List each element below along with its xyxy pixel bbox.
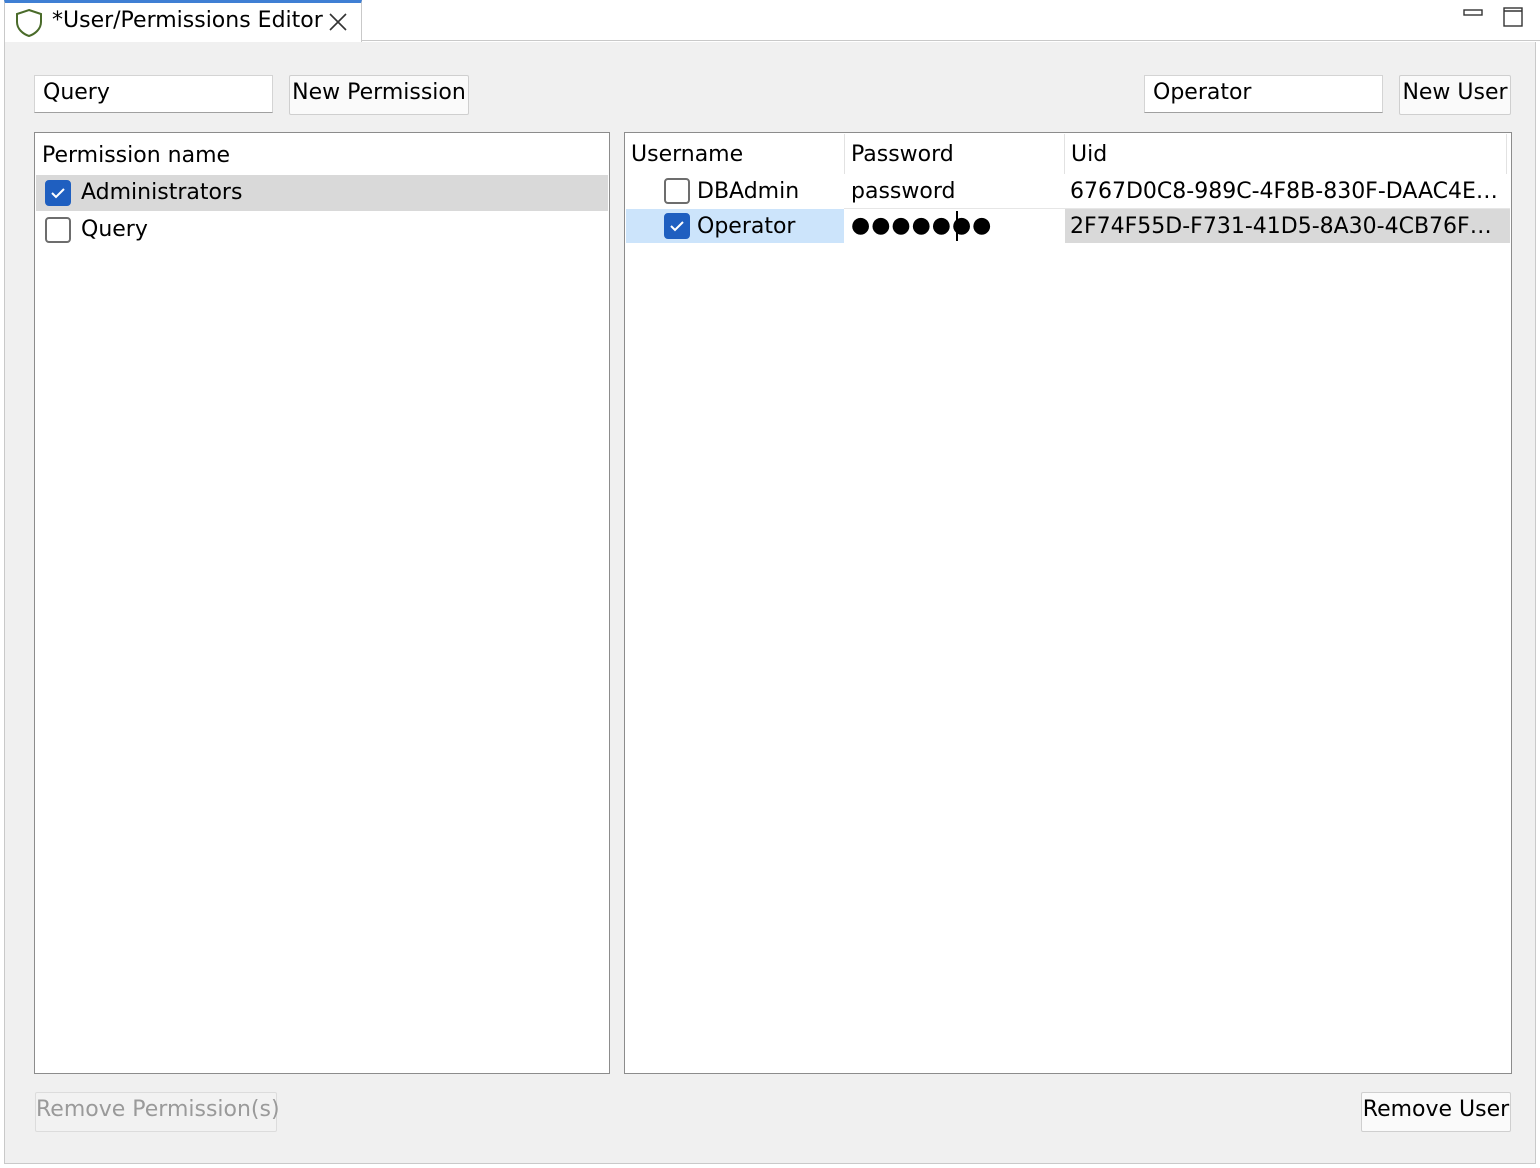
- checkbox-administrators[interactable]: [45, 180, 71, 206]
- password-edit-field[interactable]: ●●●●●●●: [846, 209, 1064, 243]
- uid-cell[interactable]: 6767D0C8-989C-4F8B-830F-DAAC4EC...: [1070, 175, 1502, 209]
- uid-column-header[interactable]: Uid: [1071, 138, 1107, 172]
- column-divider[interactable]: [844, 134, 845, 174]
- remove-permissions-button[interactable]: Remove Permission(s): [35, 1092, 280, 1132]
- permission-label: Query: [81, 217, 148, 242]
- checkbox-query[interactable]: [45, 217, 71, 243]
- shield-icon: [14, 8, 44, 38]
- username-cell[interactable]: DBAdmin: [697, 175, 842, 209]
- new-user-button[interactable]: New User: [1399, 75, 1511, 115]
- close-icon[interactable]: [326, 10, 350, 34]
- permissions-list[interactable]: [34, 132, 610, 1074]
- permission-name-column-header[interactable]: Permission name: [42, 139, 230, 173]
- maximize-icon[interactable]: [1502, 6, 1526, 28]
- checkbox-operator[interactable]: [664, 213, 690, 239]
- minimize-icon[interactable]: [1462, 6, 1486, 20]
- password-column-header[interactable]: Password: [851, 138, 954, 172]
- text-cursor: [956, 211, 958, 241]
- remove-user-button[interactable]: Remove User: [1361, 1092, 1511, 1132]
- new-permission-name-input[interactable]: Query: [34, 75, 273, 113]
- new-user-name-input[interactable]: Operator: [1144, 75, 1383, 113]
- new-permission-button[interactable]: New Permission: [289, 75, 469, 115]
- tab-title: *User/Permissions Editor: [52, 8, 323, 33]
- password-cell[interactable]: password: [851, 175, 1061, 209]
- column-divider[interactable]: [1506, 134, 1507, 174]
- column-divider[interactable]: [1064, 134, 1065, 174]
- username-column-header[interactable]: Username: [631, 138, 743, 172]
- permission-label: Administrators: [81, 180, 243, 205]
- username-cell[interactable]: Operator: [697, 210, 842, 244]
- tab-strip-divider: [362, 40, 1540, 41]
- uid-cell[interactable]: 2F74F55D-F731-41D5-8A30-4CB76F66...: [1070, 210, 1502, 244]
- users-table[interactable]: [624, 132, 1512, 1074]
- checkbox-dbadmin[interactable]: [664, 178, 690, 204]
